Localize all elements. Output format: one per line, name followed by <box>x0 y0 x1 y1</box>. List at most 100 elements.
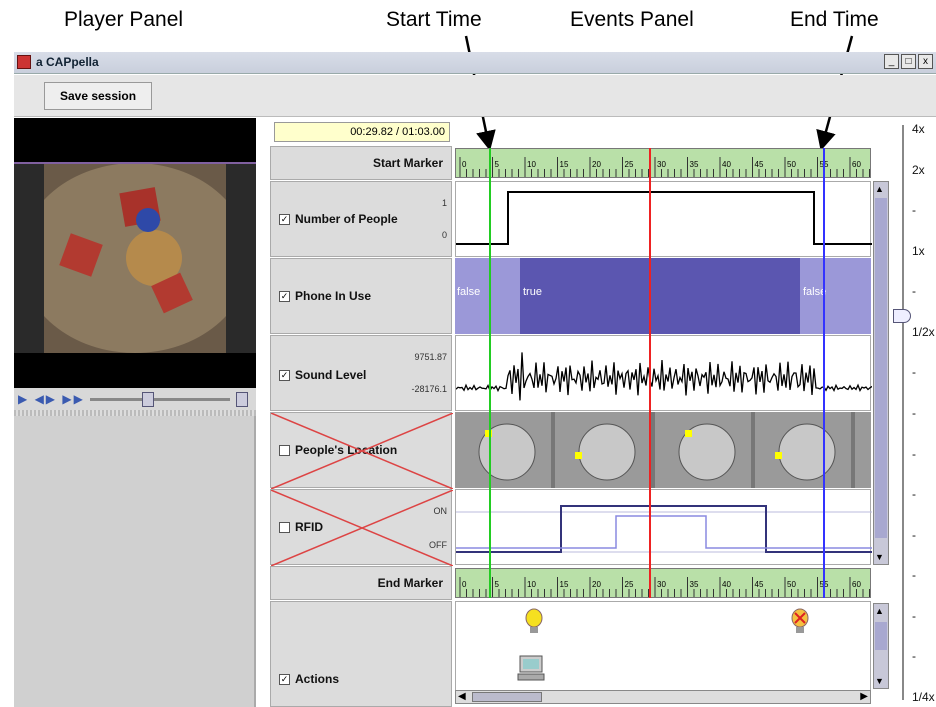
ruler-tick-label: 50 <box>787 160 796 169</box>
horizontal-scroll-thumb[interactable] <box>472 692 542 702</box>
rfid-track <box>455 489 872 565</box>
phone-true-label: true <box>523 286 542 298</box>
number-of-people-row: ✓ Number of People 1 0 <box>270 181 452 257</box>
close-button[interactable]: x <box>918 54 933 69</box>
scroll-down-icon[interactable]: ▼ <box>875 552 884 562</box>
speed-slider-thumb[interactable] <box>893 309 911 323</box>
end-marker-ruler[interactable]: 051015202530354045505560 <box>455 568 871 598</box>
vertical-scroll-thumb[interactable] <box>875 198 887 538</box>
window-title: a CAPpella <box>36 55 99 69</box>
app-icon <box>17 55 31 69</box>
ruler-tick-label: 20 <box>592 580 601 589</box>
ruler-tick-label: 0 <box>462 580 467 589</box>
current-time-line[interactable] <box>649 148 651 598</box>
splitter[interactable] <box>14 410 256 416</box>
number-of-people-max: 1 <box>441 198 447 208</box>
phone-in-use-row: ✓ Phone In Use <box>270 258 452 334</box>
rfid-line-2 <box>456 515 872 549</box>
end-marker-label-cell: End Marker <box>270 566 452 600</box>
computer-icon[interactable] <box>516 654 546 684</box>
ruler-tick-label: 45 <box>755 580 764 589</box>
end-time-line[interactable] <box>823 148 825 598</box>
number-of-people-track <box>455 181 872 257</box>
ruler-tick-label: 25 <box>625 580 634 589</box>
ruler-tick-label: 50 <box>787 580 796 589</box>
ruler-tick-label: 5 <box>495 160 500 169</box>
ruler-tick-label: 60 <box>852 580 861 589</box>
peoples-location-row: People's Location <box>270 412 453 489</box>
vertical-scroll-thumb[interactable] <box>875 622 887 650</box>
ruler-tick-label: 60 <box>852 160 861 169</box>
speed-label: - <box>912 527 916 542</box>
speed-label: 1/2x <box>912 324 935 339</box>
sound-level-waveform <box>455 352 873 401</box>
scroll-left-icon[interactable]: ◀ <box>458 691 466 702</box>
speed-label: - <box>912 649 916 664</box>
number-of-people-checkbox[interactable]: ✓ <box>279 214 290 225</box>
speed-label: 1/4x <box>912 690 935 704</box>
actions-vertical-scrollbar[interactable]: ▲ ▼ <box>873 603 889 689</box>
rfid-line-1 <box>456 505 872 553</box>
start-marker-label: Start Marker <box>372 156 443 170</box>
scroll-down-icon[interactable]: ▼ <box>875 676 884 686</box>
phone-false-label-1: false <box>457 286 481 298</box>
minimize-button[interactable]: _ <box>884 54 899 69</box>
sound-level-checkbox[interactable]: ✓ <box>279 370 290 381</box>
ruler-tick-label: 40 <box>722 160 731 169</box>
maximize-button[interactable]: □ <box>901 54 916 69</box>
actions-row: ✓ Actions <box>270 601 452 707</box>
time-display: 00:29.82 / 01:03.00 <box>274 122 450 142</box>
start-time-line[interactable] <box>489 148 491 598</box>
disabled-cross <box>271 490 453 566</box>
save-session-button[interactable]: Save session <box>44 82 152 110</box>
speed-label: - <box>912 203 916 218</box>
speed-label: - <box>912 446 916 461</box>
sound-level-min: -28176.1 <box>411 384 447 394</box>
location-thumbnail <box>455 412 551 488</box>
ruler-tick-label: 40 <box>722 580 731 589</box>
sound-level-max: 9751.87 <box>414 352 447 362</box>
peoples-location-track <box>455 412 936 488</box>
speed-label: - <box>912 487 916 502</box>
speed-label: 1x <box>912 243 925 258</box>
phone-true-block <box>520 258 800 334</box>
horizontal-scrollbar[interactable]: ◀ ▶ <box>455 690 871 704</box>
scroll-up-icon[interactable]: ▲ <box>875 184 884 194</box>
ruler-tick-label: 30 <box>657 580 666 589</box>
number-of-people-label: Number of People <box>295 212 398 226</box>
start-marker-label-cell: Start Marker <box>270 146 452 180</box>
play-icon[interactable]: ▶ ◀▶ ▶▶ <box>18 392 85 406</box>
overhead-camera-view <box>14 162 256 353</box>
speed-label: - <box>912 406 916 420</box>
speed-label: - <box>912 608 916 623</box>
toolbar <box>14 75 936 117</box>
ruler-tick-label: 15 <box>560 160 569 169</box>
sound-level-row: ✓ Sound Level 9751.87 -28176.1 <box>270 335 452 411</box>
ruler-tick-label: 45 <box>755 160 764 169</box>
sound-level-label: Sound Level <box>295 368 367 382</box>
volume-slider-track[interactable] <box>90 398 230 401</box>
phone-in-use-track: false true false <box>455 258 871 334</box>
menu-icon[interactable] <box>236 392 248 407</box>
events-vertical-scrollbar[interactable]: ▲ ▼ <box>873 181 889 565</box>
title-bar[interactable] <box>14 52 936 74</box>
ruler-tick-label: 5 <box>495 580 500 589</box>
start-marker-ruler[interactable]: 051015202530354045505560 <box>455 148 871 178</box>
ruler-tick-label: 20 <box>592 160 601 169</box>
ruler-tick-label: 35 <box>690 160 699 169</box>
lightbulb-icon[interactable] <box>524 608 544 636</box>
lightbulb-off-icon[interactable] <box>790 608 810 636</box>
phone-in-use-checkbox[interactable]: ✓ <box>279 291 290 302</box>
location-thumbnail <box>555 412 651 488</box>
speed-label: - <box>912 365 916 380</box>
ruler-tick-label: 0 <box>462 160 467 169</box>
ruler-tick-label: 10 <box>527 580 536 589</box>
speed-slider-track[interactable] <box>902 125 904 700</box>
scroll-up-icon[interactable]: ▲ <box>875 606 884 616</box>
actions-label: Actions <box>295 672 340 686</box>
scroll-right-icon[interactable]: ▶ <box>860 691 868 702</box>
speed-label: - <box>912 568 916 583</box>
volume-slider-thumb[interactable] <box>142 392 154 407</box>
sound-level-track <box>455 335 873 411</box>
actions-checkbox[interactable]: ✓ <box>279 674 290 685</box>
